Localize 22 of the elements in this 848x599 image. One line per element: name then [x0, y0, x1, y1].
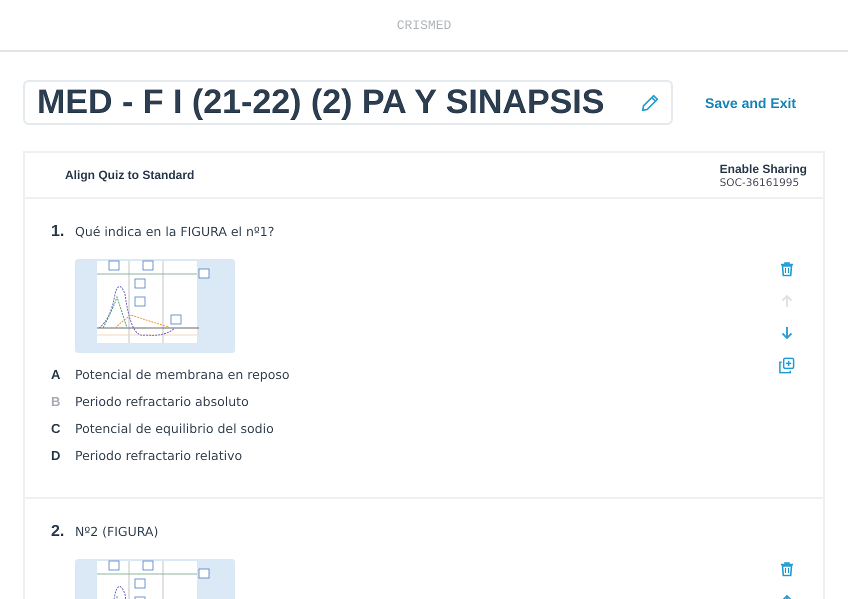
answer-option: Potencial de membrana en reposo: [75, 367, 290, 382]
option-letter: A: [51, 367, 62, 382]
option-letter: C: [51, 421, 62, 436]
question-number: 2.: [51, 523, 65, 541]
enable-sharing-link[interactable]: Enable Sharing: [720, 162, 807, 176]
answer-option: Potencial de equilibrio del sodio: [75, 421, 274, 436]
option-letter: B: [51, 394, 62, 409]
brand-name: CRISMED: [396, 18, 452, 32]
delete-icon[interactable]: [778, 261, 794, 277]
align-quiz-link[interactable]: Align Quiz to Standard: [65, 168, 194, 182]
duplicate-icon[interactable]: [778, 357, 795, 374]
option-letter: D: [51, 448, 62, 463]
answer-option: Periodo refractario relativo: [75, 448, 242, 463]
question-number: 1.: [51, 223, 65, 241]
quiz-title: MED - F I (21-22) (2) PA Y SINAPSIS: [37, 83, 604, 122]
quiz-title-field[interactable]: MED - F I (21-22) (2) PA Y SINAPSIS: [23, 80, 673, 125]
share-code: SOC-36161995: [720, 176, 800, 188]
save-and-exit-button[interactable]: Save and Exit: [697, 88, 804, 116]
answer-option: Periodo refractario absoluto: [75, 394, 249, 409]
question-text: Qué indica en la FIGURA el nº1?: [75, 224, 274, 239]
question-text: Nº2 (FIGURA): [75, 524, 158, 539]
delete-icon[interactable]: [778, 561, 794, 577]
